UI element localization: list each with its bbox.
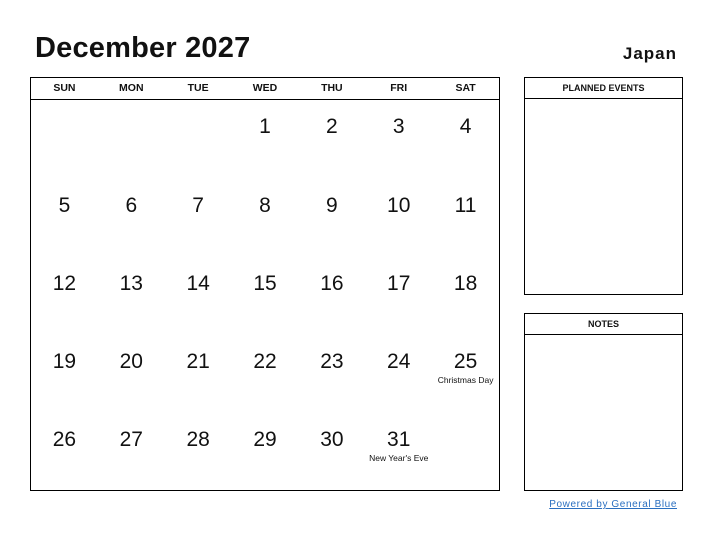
calendar-grid: SUN MON TUE WED THU FRI SAT 1 2 3 4 5 6 7 8 9 10 1… [30,77,500,491]
day-number: 4 [459,115,472,138]
weekday-label: THU [321,82,343,94]
week-row: 12 13 14 15 16 17 18 [31,256,499,334]
holiday-label: Christmas Day [437,375,494,385]
planned-events-panel: PLANNED EVENTS [524,77,683,295]
day-cell: 14 [165,256,232,334]
day-number: 5 [58,194,71,217]
day-cell: 28 [165,412,232,490]
planned-events-heading: PLANNED EVENTS [525,78,682,99]
day-number: 11 [454,194,477,217]
day-number: 29 [253,428,277,451]
day-cell: 2 [298,100,365,178]
day-number: 2 [326,115,338,138]
day-cell: 12 [31,256,98,334]
day-number: 9 [326,194,338,217]
day-cell: 4 [432,100,499,178]
day-number: 20 [119,350,143,373]
day-cell: 11 [432,178,499,256]
day-cell: 30 [298,412,365,490]
day-number: 23 [320,350,344,373]
week-row: 19 20 21 22 23 24 25 Christmas Day [31,334,499,412]
day-cell: 7 [165,178,232,256]
empty-day-cell [98,100,165,178]
day-cell: 3 [365,100,432,178]
day-cell: 31 New Year's Eve [365,412,432,490]
page-title: December 2027 [35,32,251,64]
day-number: 15 [253,272,277,295]
day-number: 28 [186,428,210,451]
day-cell: 9 [298,178,365,256]
holiday-label: New Year's Eve [369,453,429,463]
day-number: 3 [392,115,405,138]
day-cell: 19 [31,334,98,412]
day-number: 8 [259,194,271,217]
day-number: 26 [52,428,77,451]
day-number: 13 [119,272,143,295]
day-number: 14 [186,272,210,295]
notes-heading: NOTES [525,314,682,335]
day-cell: 25 Christmas Day [432,334,499,412]
day-number: 1 [259,115,271,138]
country-label: Japan [622,44,677,63]
day-number: 7 [192,194,204,217]
weekday-label: TUE [187,82,209,94]
empty-day-cell [31,100,98,178]
day-number: 21 [186,350,210,373]
notes-panel: NOTES [524,313,683,491]
weekday-header: SUN MON TUE WED THU FRI SAT [31,78,499,100]
day-number: 27 [119,428,143,451]
weekday-label: MON [119,82,144,94]
day-cell: 21 [165,334,232,412]
powered-by-link[interactable]: Powered by General Blue [549,499,677,510]
day-number: 12 [52,272,77,295]
day-cell: 1 [232,100,299,178]
day-number: 18 [453,272,478,295]
day-cell: 22 [232,334,299,412]
day-cell: 23 [298,334,365,412]
day-number: 24 [387,350,411,373]
empty-day-cell [432,412,499,490]
day-cell: 24 [365,334,432,412]
day-cell: 10 [365,178,432,256]
day-cell: 13 [98,256,165,334]
week-row: 26 27 28 29 30 31 New Year's Eve [31,412,499,490]
day-cell: 8 [232,178,299,256]
weeks: 1 2 3 4 5 6 7 8 9 10 11 12 13 14 15 16 17 18 19 20 21 22 23 24 2… [31,100,499,490]
day-cell: 18 [432,256,499,334]
day-number: 25 [453,350,478,373]
day-cell: 26 [31,412,98,490]
weekday-label: SUN [53,82,76,94]
weekday-label: FRI [390,82,408,94]
day-cell: 29 [232,412,299,490]
day-cell: 15 [232,256,299,334]
day-number: 10 [387,194,411,217]
day-number: 19 [52,350,77,373]
weekday-label: SAT [455,82,476,94]
day-number: 22 [253,350,277,373]
day-cell: 16 [298,256,365,334]
day-cell: 17 [365,256,432,334]
day-number: 30 [320,428,344,451]
day-cell: 20 [98,334,165,412]
day-cell: 6 [98,178,165,256]
day-number: 17 [387,272,411,295]
day-number: 6 [125,194,138,217]
weekday-label: WED [252,82,278,94]
day-number: 16 [320,272,344,295]
day-cell: 5 [31,178,98,256]
week-row: 1 2 3 4 [31,100,499,178]
day-cell: 27 [98,412,165,490]
empty-day-cell [165,100,232,178]
day-number: 31 [387,428,411,451]
week-row: 5 6 7 8 9 10 11 [31,178,499,256]
